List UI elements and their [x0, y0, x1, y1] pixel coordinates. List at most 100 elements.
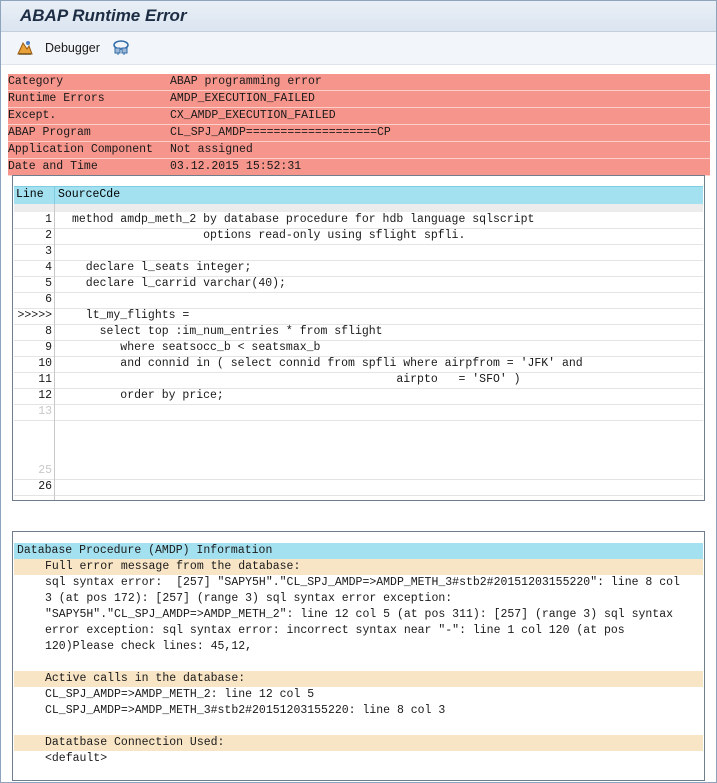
- line-number: 25: [38, 464, 52, 477]
- source-code: and connid in ( select connid from spfli…: [72, 357, 583, 370]
- source-column-header: SourceCde: [58, 188, 121, 201]
- amdp-row-text: "SAPY5H"."CL_SPJ_AMDP=>AMDP_METH_2": lin…: [45, 608, 674, 621]
- line-number: 4: [45, 261, 52, 274]
- source-code: declare l_seats integer;: [72, 261, 252, 274]
- dependencies-icon[interactable]: [111, 39, 131, 57]
- source-line: 4 declare l_seats integer;: [14, 260, 703, 277]
- source-code: lt_my_flights =: [72, 309, 190, 322]
- column-divider: [54, 204, 55, 500]
- error-info-key: Application Component: [8, 143, 153, 156]
- line-number: 8: [45, 325, 52, 338]
- line-number: 5: [45, 277, 52, 290]
- amdp-text-row: "SAPY5H"."CL_SPJ_AMDP=>AMDP_METH_2": lin…: [14, 607, 703, 623]
- source-line: 1 method amdp_meth_2 by database procedur…: [14, 212, 703, 229]
- line-number: 13: [38, 405, 52, 418]
- line-number: 6: [45, 293, 52, 306]
- error-info-row: ABAP Program CL_SPJ_AMDP=================…: [8, 125, 710, 142]
- error-info-key: Date and Time: [8, 160, 98, 173]
- debugger-button[interactable]: Debugger: [45, 41, 100, 55]
- line-number: >>>>>: [17, 309, 52, 322]
- source-line: 13: [14, 404, 703, 421]
- line-number: 3: [45, 245, 52, 258]
- amdp-text-row: <default>: [14, 751, 703, 767]
- amdp-text-row: CL_SPJ_AMDP=>AMDP_METH_2: line 12 col 5: [14, 687, 703, 703]
- source-line: 12 order by price;: [14, 388, 703, 405]
- source-code: order by price;: [72, 389, 224, 402]
- amdp-row-text: CL_SPJ_AMDP=>AMDP_METH_3#stb2#2015120315…: [45, 704, 446, 717]
- source-line: 10 and connid in ( select connid from sp…: [14, 356, 703, 373]
- source-code-extract: Line SourceCde 1 method amdp_meth_2 by da…: [12, 175, 705, 501]
- line-number: 1: [45, 213, 52, 226]
- amdp-header-text: Database Procedure (AMDP) Information: [17, 544, 273, 557]
- source-line: 2 options read-only using sflight spfli.: [14, 228, 703, 245]
- amdp-text-row: CL_SPJ_AMDP=>AMDP_METH_3#stb2#2015120315…: [14, 703, 703, 719]
- error-info-value: ABAP programming error: [170, 75, 322, 88]
- error-info-row: Runtime Errors AMDP_EXECUTION_FAILED: [8, 91, 710, 108]
- line-column-header: Line: [16, 188, 44, 201]
- line-number: 11: [38, 373, 52, 386]
- error-info-value: CL_SPJ_AMDP===================CP: [170, 126, 391, 139]
- source-line: 26: [14, 479, 703, 496]
- source-code: select top :im_num_entries * from sfligh…: [72, 325, 383, 338]
- error-info-key: Except.: [8, 109, 57, 122]
- error-info-row: Application Component Not assigned: [8, 142, 710, 159]
- line-number: 2: [45, 229, 52, 242]
- source-line: 5 declare l_carrid varchar(40);: [14, 276, 703, 293]
- source-line: 6: [14, 292, 703, 309]
- source-code: method amdp_meth_2 by database procedure…: [72, 213, 535, 226]
- error-info-value: AMDP_EXECUTION_FAILED: [170, 92, 315, 105]
- header-spacer: [14, 204, 703, 212]
- amdp-text-row: [14, 719, 703, 735]
- error-summary: Category ABAP programming error Runtime Er…: [8, 74, 710, 176]
- source-line: 8 select top :im_num_entries * from sfli…: [14, 324, 703, 341]
- amdp-row-text: Active calls in the database:: [45, 672, 246, 685]
- amdp-header: Database Procedure (AMDP) Information: [14, 543, 703, 559]
- line-number: 9: [45, 341, 52, 354]
- amdp-text-row: error exception: sql syntax error: incor…: [14, 623, 703, 639]
- amdp-row-text: error exception: sql syntax error: incor…: [45, 624, 625, 637]
- amdp-section-header: Full error message from the database:: [14, 559, 703, 575]
- source-code: declare l_carrid varchar(40);: [72, 277, 286, 290]
- error-info-row: Date and Time 03.12.2015 15:52:31: [8, 159, 710, 176]
- header-divider: [54, 187, 55, 204]
- line-number: 12: [38, 389, 52, 402]
- amdp-row-text: 120)Please check lines: 45,12,: [45, 640, 253, 653]
- source-line: 11 airpto = 'SFO' ): [14, 372, 703, 389]
- error-info-value: Not assigned: [170, 143, 253, 156]
- window-title: ABAP Runtime Error: [20, 6, 187, 25]
- source-code: airpto = 'SFO' ): [72, 373, 521, 386]
- debugger-icon[interactable]: [16, 39, 34, 57]
- source-line: 25: [14, 463, 703, 480]
- error-info-key: Category: [8, 75, 64, 88]
- source-line: >>>>> lt_my_flights =: [14, 308, 703, 325]
- amdp-row-text: Datatbase Connection Used:: [45, 736, 225, 749]
- source-code: where seatsocc_b < seatsmax_b: [72, 341, 321, 354]
- toolbar: Debugger: [1, 32, 716, 65]
- error-info-value: 03.12.2015 15:52:31: [170, 160, 302, 173]
- amdp-row-text: 3 (at pos 172): [257] (range 3) sql synt…: [45, 592, 453, 605]
- amdp-text-row: [14, 655, 703, 671]
- amdp-section-header: Datatbase Connection Used:: [14, 735, 703, 751]
- amdp-section-header: Active calls in the database:: [14, 671, 703, 687]
- amdp-row-text: sql syntax error: [257] "SAPY5H"."CL_SPJ…: [45, 576, 680, 589]
- source-code: options read-only using sflight spfli.: [72, 229, 466, 242]
- error-info-row: Except. CX_AMDP_EXECUTION_FAILED: [8, 108, 710, 125]
- error-info-key: ABAP Program: [8, 126, 91, 139]
- amdp-row-text: Full error message from the database:: [45, 560, 301, 573]
- source-line: 9 where seatsocc_b < seatsmax_b: [14, 340, 703, 357]
- amdp-text-row: 3 (at pos 172): [257] (range 3) sql synt…: [14, 591, 703, 607]
- line-number: 26: [38, 480, 52, 493]
- error-info-key: Runtime Errors: [8, 92, 105, 105]
- error-info-row: Category ABAP programming error: [8, 74, 710, 91]
- amdp-row-text: <default>: [45, 752, 108, 765]
- amdp-text-row: sql syntax error: [257] "SAPY5H"."CL_SPJ…: [14, 575, 703, 591]
- amdp-information-panel: Database Procedure (AMDP) Information Ful…: [12, 531, 705, 781]
- error-info-value: CX_AMDP_EXECUTION_FAILED: [170, 109, 336, 122]
- line-number: 10: [38, 357, 52, 370]
- amdp-text-row: 120)Please check lines: 45,12,: [14, 639, 703, 655]
- amdp-row-text: CL_SPJ_AMDP=>AMDP_METH_2: line 12 col 5: [45, 688, 315, 701]
- source-header: Line SourceCde: [14, 186, 703, 205]
- source-line: 3: [14, 244, 703, 261]
- title-bar: ABAP Runtime Error: [1, 1, 716, 32]
- runtime-error-window: ABAP Runtime Error Debugger Category ABAP…: [0, 0, 717, 783]
